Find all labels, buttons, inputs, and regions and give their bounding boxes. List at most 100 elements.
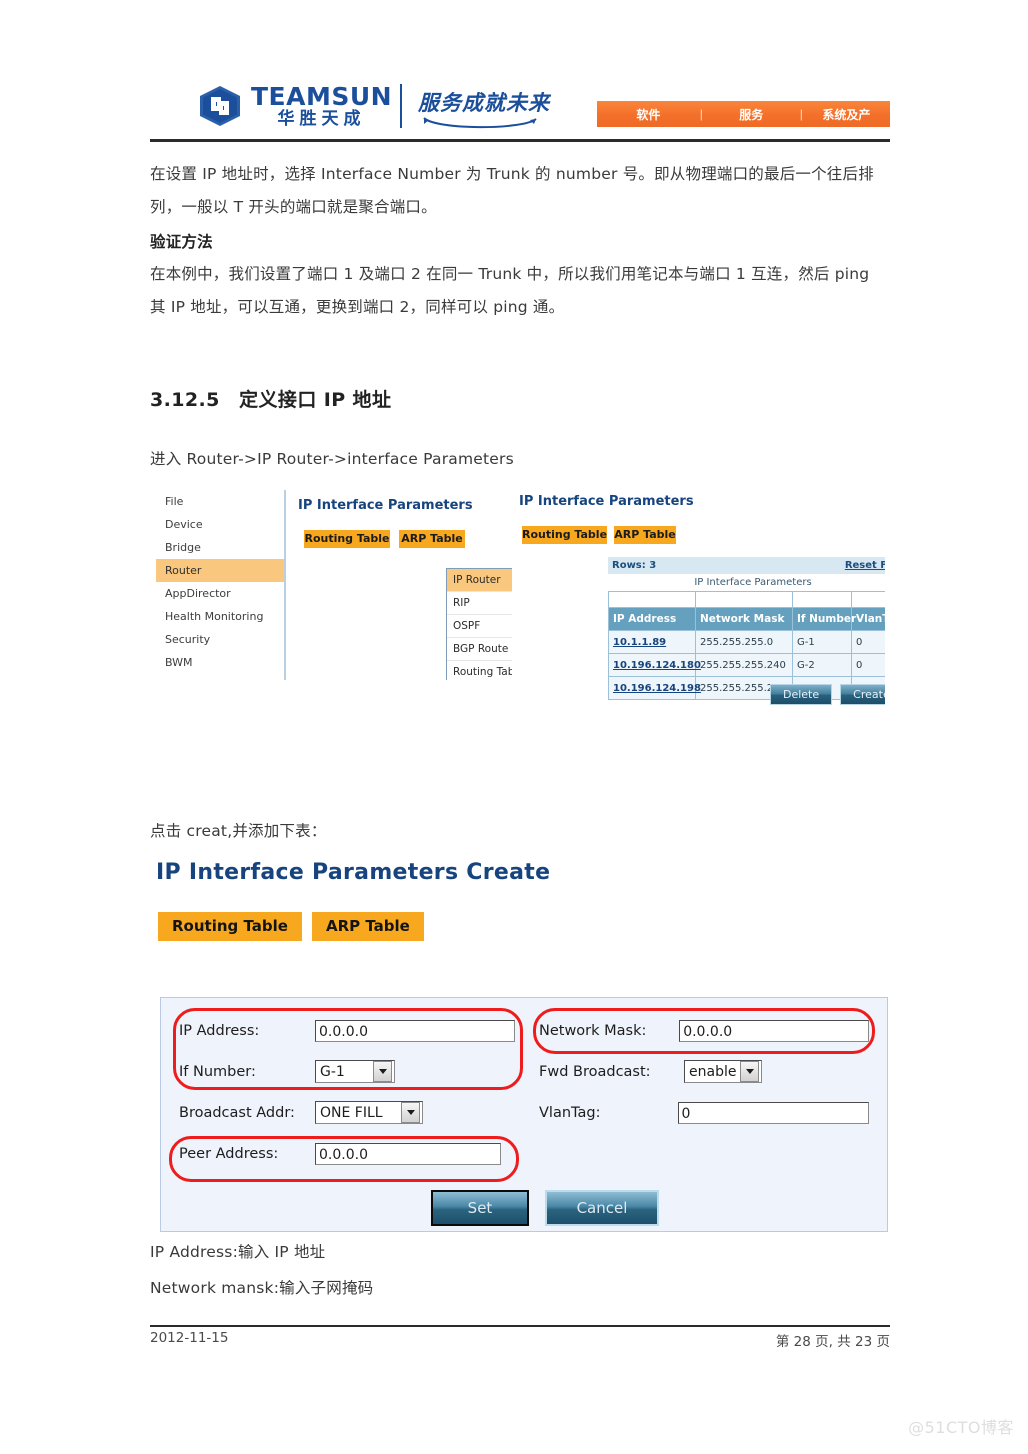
app-sidebar[interactable]: File Device Bridge Router AppDirector He… [156, 490, 286, 680]
chevron-down-icon[interactable] [740, 1061, 759, 1082]
subheading-verification: 验证方法 [150, 233, 213, 251]
menu-item-rip[interactable]: RIP [447, 592, 512, 615]
column-header-vlantag[interactable]: VlanTag [851, 607, 885, 631]
caption-ip-address: IP Address:输入 IP 地址 [150, 1243, 326, 1261]
nav-item-service[interactable]: 服务 [703, 106, 800, 123]
filter-cell-ip[interactable] [608, 591, 696, 608]
nav-item-software[interactable]: 软件 [597, 106, 700, 123]
interface-parameters-grid: Rows: 3 Reset Fil IP Interface Parameter… [608, 557, 885, 700]
field-vlantag: VlanTag: 0 [539, 1092, 869, 1133]
header-nav[interactable]: 软件 | 服务 | 系统及产 [597, 101, 890, 127]
row-2-ip-address[interactable]: 10.196.124.180 [608, 653, 701, 677]
peer-address-input[interactable]: 0.0.0.0 [315, 1142, 501, 1165]
menu-item-ip-router[interactable]: IP Router [447, 569, 512, 592]
menu-item-ospf-label: OSPF [453, 620, 481, 632]
nav-path-text: 进入 Router->IP Router->interface Paramete… [150, 450, 514, 468]
teamsun-logo-text: TEAMSUN 华胜天成 [251, 84, 392, 128]
header-divider-rule [150, 139, 890, 142]
document-page: TEAMSUN 华胜天成 服务成就未来 软件 | 服务 | 系统及产 在设置 I… [0, 0, 1028, 1454]
fwd-broadcast-select[interactable]: enable [684, 1060, 762, 1083]
shot-a-arp-table-button[interactable]: ARP Table [399, 530, 465, 548]
form-action-buttons: Set Cancel [431, 1190, 659, 1226]
fwd-broadcast-value: enable [689, 1063, 737, 1080]
column-header-ip-address[interactable]: IP Address [608, 607, 696, 631]
grid-rows-count: Rows: 3 [612, 560, 657, 571]
footer-page-number: 第 28 页, 共 23 页 [775, 1334, 890, 1350]
cancel-button[interactable]: Cancel [545, 1190, 659, 1226]
table-row[interactable]: 10.196.124.180 255.255.255.240 G-2 0 [608, 653, 885, 677]
shot-b-routing-table-button[interactable]: Routing Table [522, 526, 607, 544]
footer-divider-rule [150, 1325, 890, 1327]
sidebar-item-bwm[interactable]: BWM [156, 651, 284, 674]
column-header-network-mask[interactable]: Network Mask [695, 607, 793, 631]
chevron-down-icon[interactable] [373, 1061, 392, 1082]
create-form-panel: IP Address: 0.0.0.0 Network Mask: 0.0.0.… [160, 997, 888, 1232]
vlantag-input[interactable]: 0 [677, 1101, 869, 1124]
field-if-number: If Number: G-1 [179, 1051, 539, 1092]
logo-en-text: TEAMSUN [251, 82, 393, 111]
filter-cell-mask[interactable] [695, 591, 793, 608]
grid-rows-bar: Rows: 3 Reset Fil [608, 557, 885, 574]
row-1-network-mask: 255.255.255.0 [695, 630, 793, 654]
reset-filter-link[interactable]: Reset Fil [845, 560, 885, 571]
grid-filter-row[interactable] [608, 591, 885, 608]
router-dropdown-menu[interactable]: IP Router RIP OSPF BGP Route Injection R… [446, 568, 512, 680]
delete-button[interactable]: Delete [770, 684, 833, 705]
chevron-down-icon[interactable] [401, 1102, 420, 1123]
broadcast-addr-select[interactable]: ONE FILL [315, 1101, 423, 1124]
teamsun-logo: TEAMSUN 华胜天成 [198, 84, 392, 128]
column-header-if-number[interactable]: If Number [792, 607, 856, 631]
watermark: @51CTO博客 [908, 1418, 1014, 1437]
sidebar-item-appdirector[interactable]: AppDirector [156, 582, 284, 605]
teamsun-logo-icon [200, 86, 240, 126]
field-network-mask-label: Network Mask: [539, 1022, 647, 1039]
row-3-ip-address[interactable]: 10.196.124.198 [608, 676, 701, 700]
row-1-ip-address[interactable]: 10.1.1.89 [608, 630, 696, 654]
sidebar-item-bridge[interactable]: Bridge [156, 536, 284, 559]
grid-caption: IP Interface Parameters [608, 574, 885, 591]
nav-item-systems[interactable]: 系统及产 [803, 106, 890, 123]
menu-item-bgp-route-injection[interactable]: BGP Route Injection [447, 638, 512, 661]
create-form-title: IP Interface Parameters Create [156, 860, 551, 885]
sidebar-item-router[interactable]: Router [156, 559, 284, 582]
filter-cell-vlantag[interactable] [851, 591, 885, 608]
app-content-area: IP Interface Parameters Routing Table AR… [286, 490, 512, 680]
create-routing-table-button[interactable]: Routing Table [158, 912, 302, 941]
ip-address-input[interactable]: 0.0.0.0 [315, 1019, 515, 1042]
field-broadcast-addr: Broadcast Addr: ONE FILL [179, 1092, 539, 1133]
caption-network-mask: Network mansk:输入子网掩码 [150, 1279, 374, 1297]
form-row-1: IP Address: 0.0.0.0 Network Mask: 0.0.0.… [179, 1010, 869, 1051]
menu-item-rip-label: RIP [453, 597, 470, 609]
menu-item-bgp-label: BGP Route Injection [453, 643, 512, 655]
sidebar-item-health-monitoring[interactable]: Health Monitoring [156, 605, 284, 628]
shot-a-routing-table-button[interactable]: Routing Table [304, 530, 390, 548]
field-peer-address-label: Peer Address: [179, 1145, 279, 1162]
set-button[interactable]: Set [431, 1190, 529, 1226]
grid-header-row: IP Address Network Mask If Number VlanTa… [608, 607, 885, 631]
filter-cell-ifnumber[interactable] [792, 591, 852, 608]
sidebar-item-file[interactable]: File [156, 490, 284, 513]
create-button[interactable]: Create [840, 684, 885, 705]
menu-item-ospf[interactable]: OSPF [447, 615, 512, 638]
form-row-3: Broadcast Addr: ONE FILL VlanTag: 0 [179, 1092, 869, 1133]
field-if-number-label: If Number: [179, 1063, 256, 1080]
create-form-tabs: Routing Table ARP Table [158, 912, 424, 941]
form-fields-grid: IP Address: 0.0.0.0 Network Mask: 0.0.0.… [179, 1010, 869, 1174]
table-row[interactable]: 10.1.1.89 255.255.255.0 G-1 0 [608, 630, 885, 654]
menu-item-ip-router-label: IP Router [453, 574, 501, 586]
sidebar-item-security[interactable]: Security [156, 628, 284, 651]
screenshot-interface-parameters-table: IP Interface Parameters Routing Table AR… [515, 486, 885, 730]
screenshot-menu-navigation: File Device Bridge Router AppDirector He… [156, 490, 512, 680]
network-mask-input[interactable]: 0.0.0.0 [679, 1019, 869, 1042]
menu-item-routing-table[interactable]: Routing Table [447, 661, 512, 680]
logo-cn-text: 华胜天成 [277, 109, 366, 129]
sidebar-item-device[interactable]: Device [156, 513, 284, 536]
shot-b-arp-table-button[interactable]: ARP Table [614, 526, 676, 544]
field-ip-address: IP Address: 0.0.0.0 [179, 1010, 539, 1051]
page-footer: 2012-11-15 第 28 页, 共 23 页 [150, 1330, 890, 1350]
if-number-select[interactable]: G-1 [315, 1060, 395, 1083]
paragraph-1: 在设置 IP 地址时，选择 Interface Number 为 Trunk 的… [150, 165, 874, 216]
broadcast-addr-value: ONE FILL [320, 1104, 383, 1121]
create-arp-table-button[interactable]: ARP Table [311, 912, 424, 941]
grid-action-buttons: Delete Create [770, 684, 885, 705]
